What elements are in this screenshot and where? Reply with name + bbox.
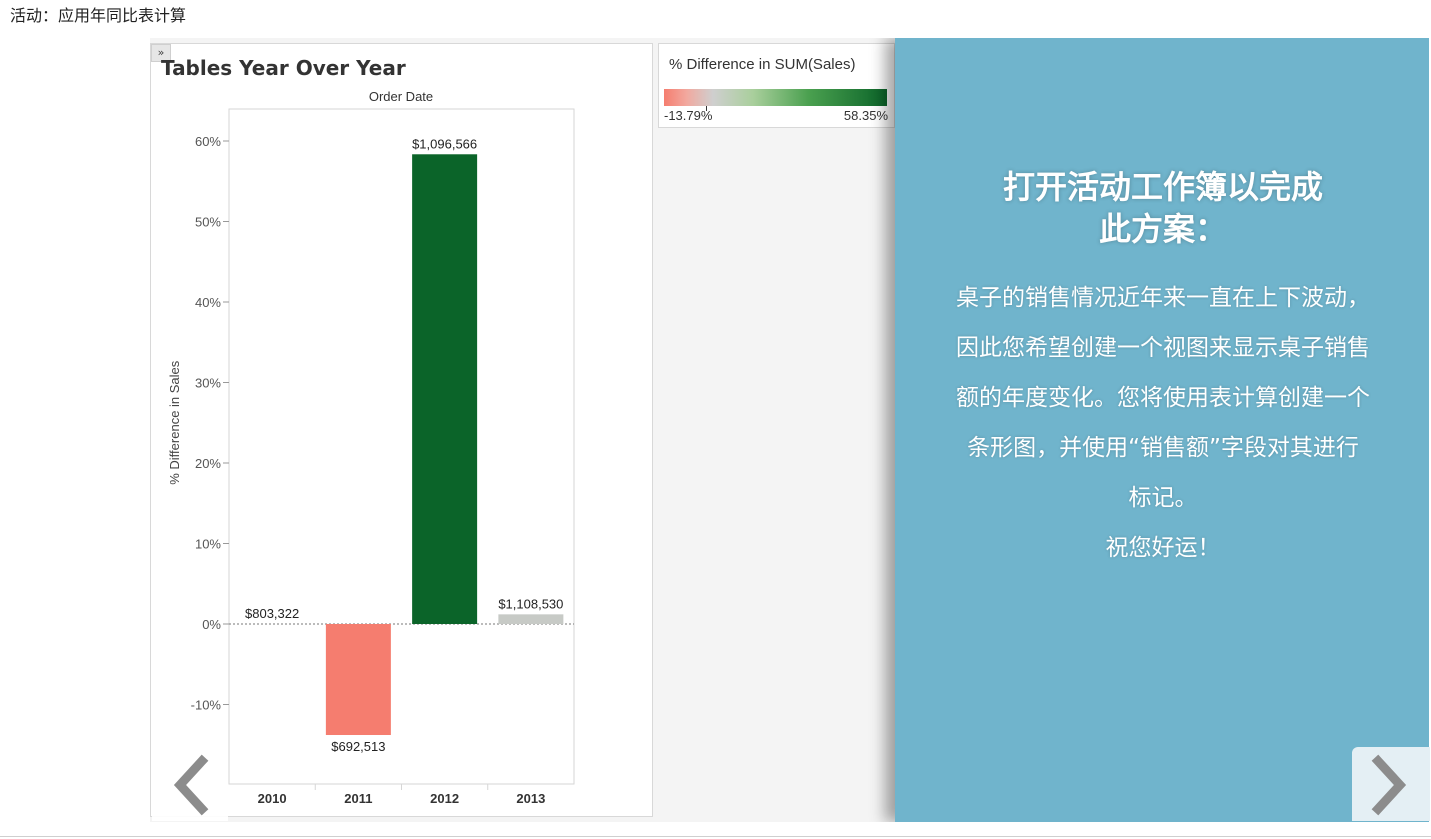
y-tick-label: 0% xyxy=(202,617,221,632)
plot-pane xyxy=(228,108,575,785)
data-label-2010: $803,322 xyxy=(245,606,299,621)
chevron-left-icon xyxy=(173,754,209,816)
story-body-line: 桌子的销售情况近年来一直在上下波动， xyxy=(956,285,1370,311)
color-legend: % Difference in SUM(Sales) -13.79% 58.35… xyxy=(658,43,895,128)
bar-2013 xyxy=(498,614,564,624)
data-label-2013: $1,108,530 xyxy=(498,596,563,611)
legend-max-label: 58.35% xyxy=(843,108,888,123)
x-tick-label-2010: 2010 xyxy=(258,791,287,806)
bar-2011 xyxy=(325,624,391,736)
story-heading-line: 打开活动工作簿以完成 xyxy=(1002,168,1323,206)
bottom-divider xyxy=(0,836,1431,837)
y-tick-label: 30% xyxy=(195,376,221,391)
story-stage: » Tables Year Over Year Order Date -10% 0%… xyxy=(150,38,1429,822)
legend-title: % Difference in SUM(Sales) xyxy=(669,56,856,73)
story-caption-panel: 打开活动工作簿以完成 此方案： 桌子的销售情况近年来一直在上下波动， 因此您希望… xyxy=(895,38,1429,822)
y-axis-label: % Difference in Sales xyxy=(167,360,182,485)
legend-min-label: -13.79% xyxy=(664,108,713,123)
story-body-line: 额的年度变化。您将使用表计算创建一个 xyxy=(956,385,1370,411)
story-body-line: 条形图，并使用“销售额”字段对其进行 xyxy=(967,435,1359,461)
x-tick-label-2012: 2012 xyxy=(430,791,459,806)
bar-2012 xyxy=(412,154,478,624)
story-body-line: 标记。 xyxy=(1128,485,1198,511)
y-tick-label: -10% xyxy=(191,698,222,713)
y-tick-label: 20% xyxy=(195,456,221,471)
y-tick-label: 50% xyxy=(195,215,221,230)
story-body: 桌子的销售情况近年来一直在上下波动， 因此您希望创建一个视图来显示桌子销售 额的… xyxy=(930,273,1396,573)
column-header: Order Date xyxy=(369,89,433,104)
y-tick-label: 40% xyxy=(195,295,221,310)
y-tick-label: 60% xyxy=(195,134,221,149)
data-label-2012: $1,096,566 xyxy=(412,136,477,151)
previous-button[interactable] xyxy=(152,747,228,821)
story-heading: 打开活动工作簿以完成 此方案： xyxy=(935,166,1391,250)
y-tick-label: 10% xyxy=(195,537,221,552)
x-tick-label-2013: 2013 xyxy=(516,791,545,806)
worksheet-panel: » Tables Year Over Year Order Date -10% 0%… xyxy=(150,43,653,817)
bar-chart: Order Date -10% 0% 10% 20% 30% 40% 50% 60% % Diff… xyxy=(167,89,575,806)
story-body-line: 因此您希望创建一个视图来显示桌子销售 xyxy=(956,335,1370,361)
data-label-2011: $692,513 xyxy=(331,739,385,754)
story-heading-line: 此方案： xyxy=(1098,210,1227,248)
page-title: 活动：应用年同比表计算 xyxy=(10,6,187,25)
story-body-line: 祝您好运！ xyxy=(1105,535,1221,561)
legend-gradient-bar xyxy=(664,89,887,106)
chevron-right-icon xyxy=(1371,754,1407,816)
next-button[interactable] xyxy=(1352,747,1430,821)
x-tick-label-2011: 2011 xyxy=(344,791,372,806)
